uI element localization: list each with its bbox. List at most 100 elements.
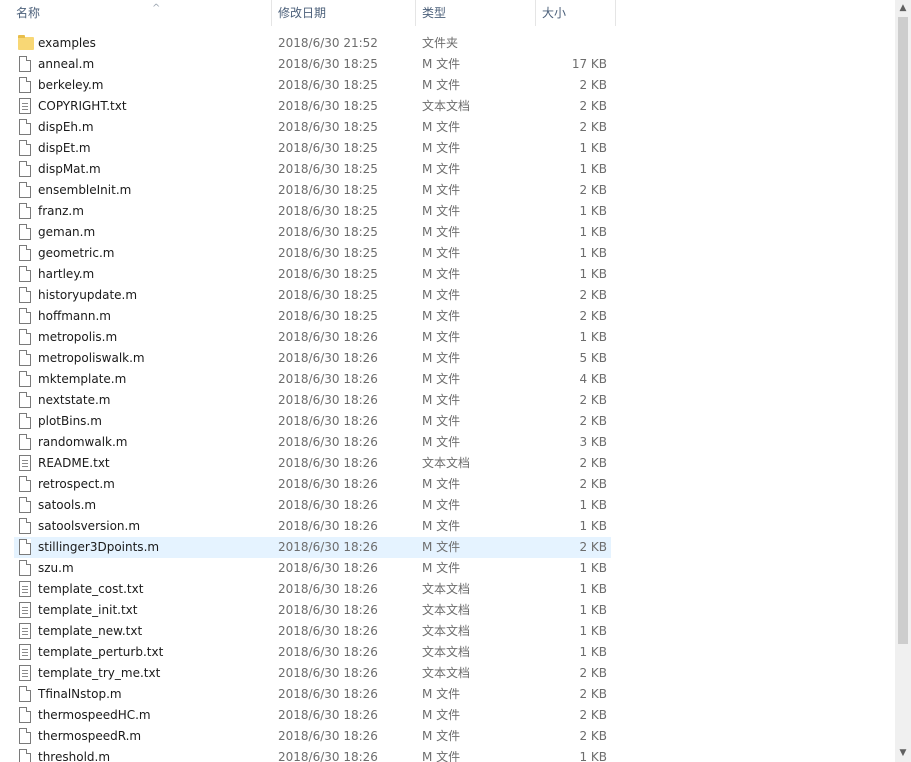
file-row[interactable]: geman.m 2018/6/30 18:25 M 文件 1 KB (14, 222, 611, 243)
file-size: 1 KB (579, 561, 607, 575)
file-type: 文本文档 (422, 624, 471, 638)
file-name: plotBins.m (38, 414, 102, 428)
file-size: 1 KB (579, 498, 607, 512)
file-name: TfinalNstop.m (38, 687, 122, 701)
file-row[interactable]: metropolis.m 2018/6/30 18:26 M 文件 1 KB (14, 327, 611, 348)
file-type: M 文件 (422, 330, 461, 344)
file-type: M 文件 (422, 393, 461, 407)
vertical-scrollbar[interactable]: ▲ ▼ (895, 0, 911, 762)
file-row[interactable]: template_try_me.txt 2018/6/30 18:26 文本文档 2 … (14, 663, 611, 684)
file-row[interactable]: TfinalNstop.m 2018/6/30 18:26 M 文件 2 KB (14, 684, 611, 705)
file-modified-date: 2018/6/30 18:26 (278, 330, 378, 344)
file-size: 2 KB (579, 288, 607, 302)
file-row[interactable]: historyupdate.m 2018/6/30 18:25 M 文件 2 KB (14, 285, 611, 306)
file-row[interactable]: template_perturb.txt 2018/6/30 18:26 文本文档 1… (14, 642, 611, 663)
file-row[interactable]: plotBins.m 2018/6/30 18:26 M 文件 2 KB (14, 411, 611, 432)
file-row[interactable]: dispEt.m 2018/6/30 18:25 M 文件 1 KB (14, 138, 611, 159)
file-row[interactable]: thermospeedHC.m 2018/6/30 18:26 M 文件 2 KB (14, 705, 611, 726)
column-header-size[interactable]: 大小 (536, 0, 616, 26)
file-row[interactable]: threshold.m 2018/6/30 18:26 M 文件 1 KB (14, 747, 611, 762)
file-row[interactable]: geometric.m 2018/6/30 18:25 M 文件 1 KB (14, 243, 611, 264)
file-icon (19, 245, 31, 261)
file-size: 1 KB (579, 246, 607, 260)
file-row[interactable]: examples 2018/6/30 21:52 文件夹 (14, 33, 611, 54)
file-row[interactable]: nextstate.m 2018/6/30 18:26 M 文件 2 KB (14, 390, 611, 411)
file-type: 文本文档 (422, 456, 471, 470)
column-divider[interactable] (615, 0, 616, 26)
file-size: 2 KB (579, 183, 607, 197)
file-row[interactable]: berkeley.m 2018/6/30 18:25 M 文件 2 KB (14, 75, 611, 96)
file-icon (19, 413, 31, 429)
file-row[interactable]: randomwalk.m 2018/6/30 18:26 M 文件 3 KB (14, 432, 611, 453)
file-icon (19, 728, 31, 744)
file-row[interactable]: hoffmann.m 2018/6/30 18:25 M 文件 2 KB (14, 306, 611, 327)
file-icon (19, 140, 31, 156)
file-type: 文本文档 (422, 603, 471, 617)
file-type: M 文件 (422, 78, 461, 92)
scrollbar-thumb[interactable] (898, 17, 908, 644)
text-document-icon (19, 623, 31, 639)
file-size: 2 KB (579, 456, 607, 470)
file-size: 2 KB (579, 414, 607, 428)
file-row[interactable]: anneal.m 2018/6/30 18:25 M 文件 17 KB (14, 54, 611, 75)
column-header-type[interactable]: 类型 (416, 0, 536, 26)
text-document-icon (19, 455, 31, 471)
file-type: M 文件 (422, 183, 461, 197)
file-name: dispEh.m (38, 120, 94, 134)
file-icon (19, 266, 31, 282)
file-row[interactable]: szu.m 2018/6/30 18:26 M 文件 1 KB (14, 558, 611, 579)
file-modified-date: 2018/6/30 18:26 (278, 561, 378, 575)
file-modified-date: 2018/6/30 18:26 (278, 414, 378, 428)
file-modified-date: 2018/6/30 18:25 (278, 204, 378, 218)
scroll-up-button[interactable]: ▲ (895, 0, 911, 17)
file-row[interactable]: template_cost.txt 2018/6/30 18:26 文本文档 1 KB (14, 579, 611, 600)
file-row[interactable]: COPYRIGHT.txt 2018/6/30 18:25 文本文档 2 KB (14, 96, 611, 117)
file-row[interactable]: dispMat.m 2018/6/30 18:25 M 文件 1 KB (14, 159, 611, 180)
file-name: retrospect.m (38, 477, 115, 491)
file-row[interactable]: franz.m 2018/6/30 18:25 M 文件 1 KB (14, 201, 611, 222)
file-modified-date: 2018/6/30 18:26 (278, 708, 378, 722)
file-type: M 文件 (422, 729, 461, 743)
file-size: 2 KB (579, 78, 607, 92)
file-name: satools.m (38, 498, 97, 512)
file-name: geometric.m (38, 246, 115, 260)
file-type: M 文件 (422, 750, 461, 762)
file-modified-date: 2018/6/30 18:25 (278, 162, 378, 176)
file-name: template_cost.txt (38, 582, 144, 596)
file-size: 1 KB (579, 204, 607, 218)
file-row[interactable]: satools.m 2018/6/30 18:26 M 文件 1 KB (14, 495, 611, 516)
file-size: 2 KB (579, 729, 607, 743)
file-row[interactable]: satoolsversion.m 2018/6/30 18:26 M 文件 1 KB (14, 516, 611, 537)
file-size: 4 KB (579, 372, 607, 386)
file-row[interactable]: template_new.txt 2018/6/30 18:26 文本文档 1 KB (14, 621, 611, 642)
file-icon (19, 329, 31, 345)
file-name: hoffmann.m (38, 309, 111, 323)
file-row[interactable]: retrospect.m 2018/6/30 18:26 M 文件 2 KB (14, 474, 611, 495)
file-size: 1 KB (579, 624, 607, 638)
file-modified-date: 2018/6/30 18:25 (278, 288, 378, 302)
file-size: 1 KB (579, 582, 607, 596)
file-row[interactable]: mktemplate.m 2018/6/30 18:26 M 文件 4 KB (14, 369, 611, 390)
file-row[interactable]: hartley.m 2018/6/30 18:25 M 文件 1 KB (14, 264, 611, 285)
file-row[interactable]: dispEh.m 2018/6/30 18:25 M 文件 2 KB (14, 117, 611, 138)
file-size: 2 KB (579, 120, 607, 134)
file-row[interactable]: metropoliswalk.m 2018/6/30 18:26 M 文件 5 KB (14, 348, 611, 369)
column-header-size-label: 大小 (542, 6, 567, 20)
file-name: franz.m (38, 204, 84, 218)
file-name: mktemplate.m (38, 372, 127, 386)
file-row[interactable]: README.txt 2018/6/30 18:26 文本文档 2 KB (14, 453, 611, 474)
file-type: M 文件 (422, 246, 461, 260)
file-icon (19, 161, 31, 177)
file-name: historyupdate.m (38, 288, 138, 302)
scroll-down-button[interactable]: ▼ (895, 745, 911, 762)
file-modified-date: 2018/6/30 18:26 (278, 750, 378, 762)
file-row[interactable]: thermospeedR.m 2018/6/30 18:26 M 文件 2 KB (14, 726, 611, 747)
column-header-date[interactable]: 修改日期 (272, 0, 416, 26)
file-row[interactable]: ensembleInit.m 2018/6/30 18:25 M 文件 2 KB (14, 180, 611, 201)
column-header-name[interactable]: 名称 ^ (16, 0, 272, 26)
file-size: 2 KB (579, 393, 607, 407)
file-type: 文本文档 (422, 99, 471, 113)
file-row[interactable]: stillinger3Dpoints.m 2018/6/30 18:26 M 文件 2… (14, 537, 611, 558)
file-icon (19, 182, 31, 198)
file-row[interactable]: template_init.txt 2018/6/30 18:26 文本文档 1 KB (14, 600, 611, 621)
